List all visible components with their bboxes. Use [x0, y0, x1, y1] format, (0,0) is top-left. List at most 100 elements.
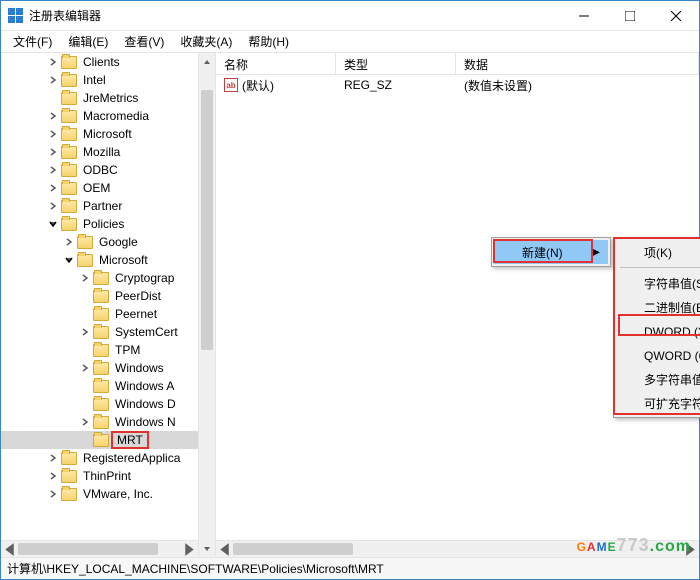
chevron-right-icon[interactable] — [47, 128, 59, 140]
folder-icon — [61, 128, 77, 141]
ctx-dword[interactable]: DWORD (32 位)值(D) — [616, 319, 700, 343]
col-type[interactable]: 类型 — [336, 53, 456, 74]
title-bar: 注册表编辑器 — [1, 1, 699, 31]
scroll-right-icon[interactable] — [181, 541, 198, 557]
tree-node[interactable]: ODBC — [1, 161, 215, 179]
folder-icon — [61, 200, 77, 213]
maximize-button[interactable] — [607, 1, 653, 30]
tree-node[interactable]: PeerDist — [1, 287, 215, 305]
chevron-right-icon[interactable] — [47, 182, 59, 194]
scroll-htrack[interactable] — [233, 541, 682, 557]
chevron-right-icon[interactable] — [79, 362, 91, 374]
chevron-right-icon[interactable] — [47, 470, 59, 482]
menu-help[interactable]: 帮助(H) — [240, 31, 297, 52]
ctx-key[interactable]: 项(K) — [616, 240, 700, 264]
scroll-track[interactable] — [199, 70, 215, 540]
menu-view[interactable]: 查看(V) — [116, 31, 172, 52]
chevron-down-icon[interactable] — [63, 254, 75, 266]
tree-label: SystemCert — [113, 325, 180, 339]
chevron-right-icon[interactable] — [63, 236, 75, 248]
col-data[interactable]: 数据 — [456, 53, 699, 74]
ctx-string[interactable]: 字符串值(S) — [616, 271, 700, 295]
tree-label: Google — [97, 235, 140, 249]
tree-label: Partner — [81, 199, 124, 213]
ctx-expandstring[interactable]: 可扩充字符串值(E) — [616, 391, 700, 415]
tree-node[interactable]: Peernet — [1, 305, 215, 323]
chevron-right-icon[interactable] — [47, 488, 59, 500]
chevron-right-icon[interactable] — [47, 164, 59, 176]
tree-node[interactable]: Microsoft — [1, 251, 215, 269]
chevron-right-icon[interactable] — [47, 74, 59, 86]
scroll-down-icon[interactable] — [199, 540, 215, 557]
content-area: ClientsIntelJreMetricsMacromediaMicrosof… — [1, 53, 699, 557]
string-icon: ab — [224, 78, 238, 92]
tree-node[interactable]: TPM — [1, 341, 215, 359]
cell-data: (数值未设置) — [456, 77, 699, 94]
tree-label: Windows D — [113, 397, 178, 411]
tree-node[interactable]: Google — [1, 233, 215, 251]
ctx-new[interactable]: 新建(N) ▶ — [494, 240, 608, 264]
chevron-right-icon[interactable] — [79, 326, 91, 338]
menu-file[interactable]: 文件(F) — [5, 31, 60, 52]
tree-h-scrollbar[interactable] — [1, 540, 198, 557]
tree-node[interactable]: RegisteredApplica — [1, 449, 215, 467]
twisty-none — [79, 434, 91, 446]
chevron-right-icon[interactable] — [79, 416, 91, 428]
tree-pane[interactable]: ClientsIntelJreMetricsMacromediaMicrosof… — [1, 53, 216, 557]
tree-node[interactable]: Windows D — [1, 395, 215, 413]
window-title: 注册表编辑器 — [29, 7, 561, 24]
minimize-button[interactable] — [561, 1, 607, 30]
scroll-up-icon[interactable] — [199, 53, 215, 70]
tree-label: JreMetrics — [81, 91, 140, 105]
tree-node[interactable]: SystemCert — [1, 323, 215, 341]
list-row[interactable]: ab (默认) REG_SZ (数值未设置) — [216, 75, 699, 95]
chevron-right-icon[interactable] — [47, 200, 59, 212]
tree-node[interactable]: Microsoft — [1, 125, 215, 143]
scroll-htrack[interactable] — [18, 541, 181, 557]
tree-node[interactable]: Cryptograp — [1, 269, 215, 287]
tree-node[interactable]: Windows A — [1, 377, 215, 395]
tree-label: PeerDist — [113, 289, 163, 303]
list-h-scrollbar[interactable] — [216, 540, 699, 557]
scroll-hthumb[interactable] — [233, 543, 353, 555]
tree-node[interactable]: ThinPrint — [1, 467, 215, 485]
scroll-right-icon[interactable] — [682, 541, 699, 557]
tree-node[interactable]: OEM — [1, 179, 215, 197]
scroll-left-icon[interactable] — [1, 541, 18, 557]
tree-v-scrollbar[interactable] — [198, 53, 215, 557]
tree-node[interactable]: Mozilla — [1, 143, 215, 161]
chevron-right-icon[interactable] — [47, 110, 59, 122]
scroll-left-icon[interactable] — [216, 541, 233, 557]
scroll-thumb[interactable] — [201, 90, 213, 350]
tree-label: OEM — [81, 181, 112, 195]
tree-node[interactable]: Clients — [1, 53, 215, 71]
folder-icon — [61, 164, 77, 177]
tree-node[interactable]: MRT — [1, 431, 215, 449]
ctx-qword[interactable]: QWORD (64 位)值(Q) — [616, 343, 700, 367]
ctx-binary[interactable]: 二进制值(B) — [616, 295, 700, 319]
tree-node[interactable]: VMware, Inc. — [1, 485, 215, 503]
context-submenu[interactable]: 项(K) 字符串值(S) 二进制值(B) DWORD (32 位)值(D) QW… — [613, 237, 700, 418]
chevron-right-icon[interactable] — [47, 146, 59, 158]
chevron-right-icon[interactable] — [79, 272, 91, 284]
tree-node[interactable]: Partner — [1, 197, 215, 215]
col-name[interactable]: 名称 — [216, 53, 336, 74]
folder-icon — [61, 452, 77, 465]
ctx-multistring[interactable]: 多字符串值(M) — [616, 367, 700, 391]
tree-node[interactable]: JreMetrics — [1, 89, 215, 107]
tree-node[interactable]: Windows — [1, 359, 215, 377]
context-menu[interactable]: 新建(N) ▶ — [491, 237, 611, 267]
tree-node[interactable]: Policies — [1, 215, 215, 233]
tree-node[interactable]: Windows N — [1, 413, 215, 431]
scroll-hthumb[interactable] — [18, 543, 158, 555]
chevron-right-icon[interactable] — [47, 56, 59, 68]
chevron-right-icon[interactable] — [47, 452, 59, 464]
tree-node[interactable]: Intel — [1, 71, 215, 89]
chevron-down-icon[interactable] — [47, 218, 59, 230]
menu-edit[interactable]: 编辑(E) — [60, 31, 116, 52]
tree-node[interactable]: Macromedia — [1, 107, 215, 125]
close-button[interactable] — [653, 1, 699, 30]
tree-label: Microsoft — [97, 253, 150, 267]
menu-fav[interactable]: 收藏夹(A) — [172, 31, 240, 52]
cell-name: ab (默认) — [216, 77, 336, 94]
